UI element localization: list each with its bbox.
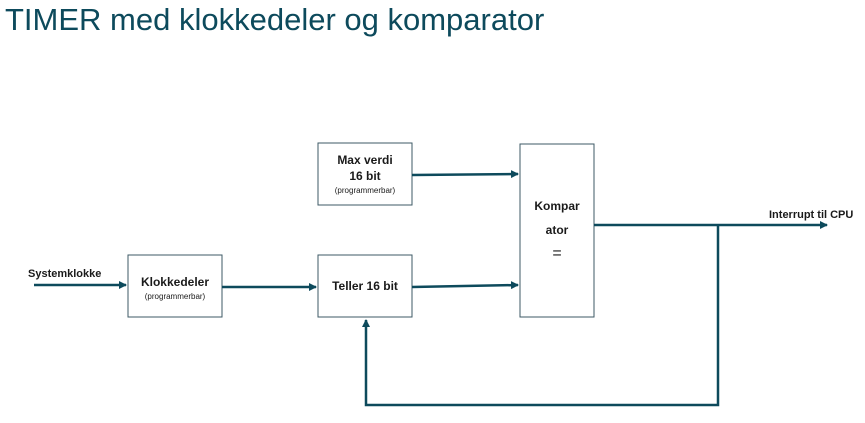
klokkedeler-block: Klokkedeler (programmerbar): [127, 254, 223, 318]
teller-to-komparator-arrow: [411, 281, 519, 290]
teller-label: Teller 16 bit: [332, 279, 398, 293]
systemklokke-label: Systemklokke: [28, 268, 101, 280]
komparator-label-line2: ator: [546, 223, 569, 237]
klokkedeler-sublabel: (programmerbar): [145, 292, 206, 301]
max-verdi-sublabel: (programmerbar): [335, 186, 396, 195]
teller-block: Teller 16 bit: [317, 254, 413, 318]
maxverdi-to-komparator-arrow: [411, 170, 519, 179]
komparator-label-line1: Kompar: [534, 199, 580, 213]
komparator-block: Kompar ator =: [519, 143, 595, 318]
max-verdi-block: Max verdi 16 bit (programmerbar): [317, 142, 413, 206]
timer-block-diagram: Klokkedeler (programmerbar) Max verdi 16…: [28, 142, 853, 407]
equals-symbol: =: [552, 245, 561, 262]
max-verdi-label: Max verdi: [337, 153, 392, 167]
klokkedeler-label: Klokkedeler: [141, 275, 209, 289]
interrupt-label: Interrupt til CPU: [769, 209, 853, 221]
max-verdi-bits-label: 16 bit: [349, 169, 380, 183]
